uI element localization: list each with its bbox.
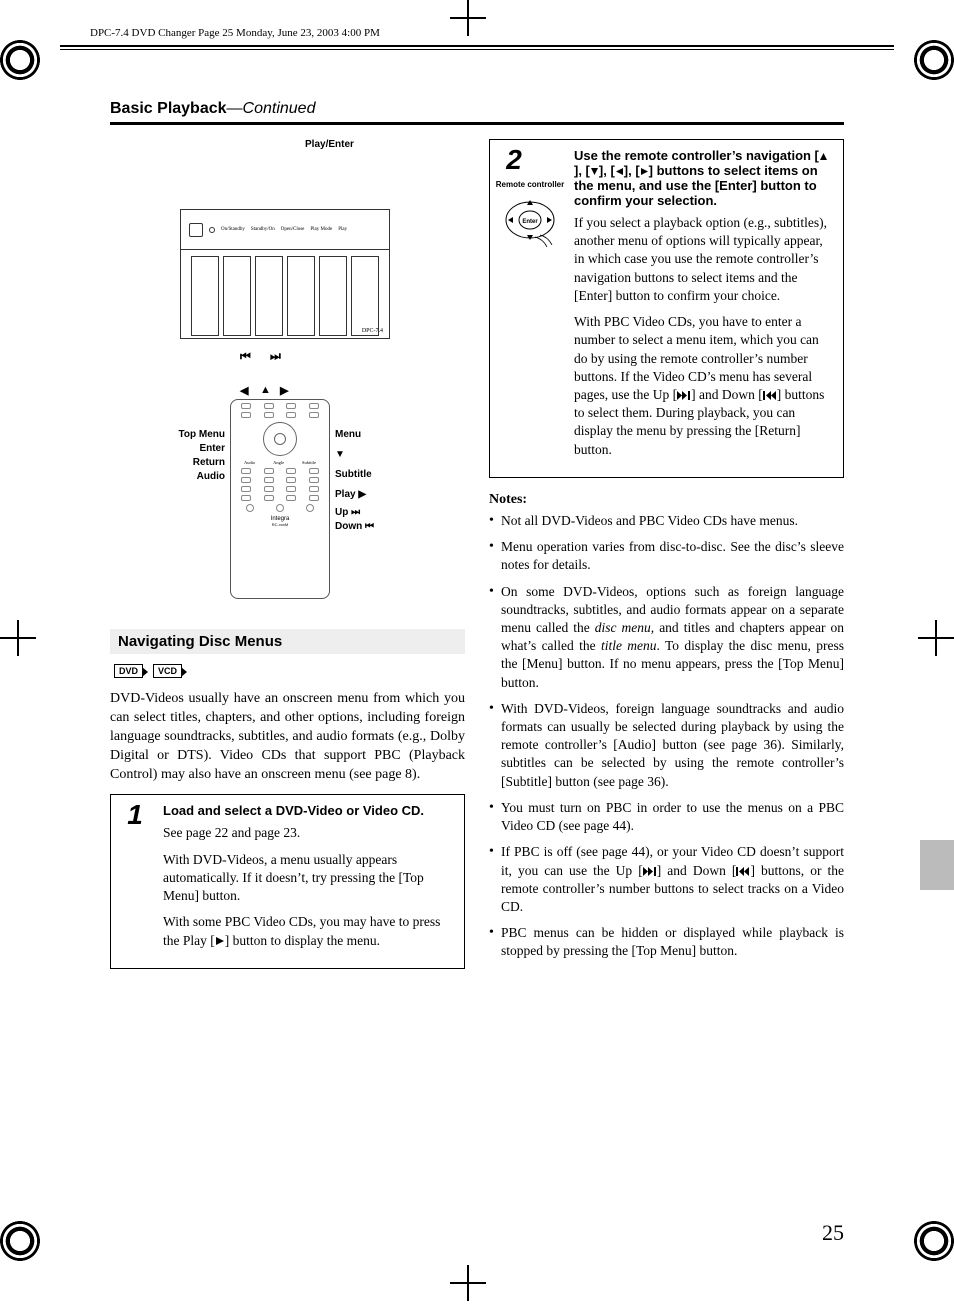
label-play-enter: Play/Enter (305, 139, 354, 150)
skip-next-icon (677, 391, 691, 400)
section-continued: —Continued (227, 100, 316, 117)
skip-prev-icon (763, 391, 777, 400)
header-rule (60, 45, 894, 50)
label-enter: Enter (170, 443, 225, 454)
label-up: Up ⏭ (335, 507, 360, 518)
enter-pad-icon: Enter (505, 195, 555, 245)
step-number: 1 (111, 795, 159, 967)
step1-p1: See page 22 and page 23. (163, 824, 454, 842)
notes-heading: Notes: (489, 492, 844, 508)
intro-paragraph: DVD-Videos usually have an onscreen menu… (110, 690, 465, 784)
unit-sketch: On/Standby Standby/On Open/Close Play Mo… (180, 209, 390, 339)
label-subtitle: Subtitle (335, 469, 372, 480)
crop-cross-icon (0, 620, 36, 661)
device-diagram: Play/Enter On/Standby Standby/On Open/Cl… (110, 139, 465, 609)
note-item: On some DVD-Videos, options such as fore… (489, 583, 844, 692)
note-item: PBC menus can be hidden or displayed whi… (489, 924, 844, 960)
nav-left-icon: ◀ (240, 384, 248, 397)
remote-controller-hint: Remote controller Enter (490, 176, 570, 249)
up-triangle-icon (819, 152, 828, 161)
note-item: You must turn on PBC in order to use the… (489, 799, 844, 835)
notes-list: Not all DVD-Videos and PBC Video CDs hav… (489, 512, 844, 961)
play-icon (215, 936, 225, 946)
label-down: Down ⏮ (335, 521, 374, 532)
badge-dvd: DVD (114, 664, 143, 678)
step1-lead: Load and select a DVD-Video or Video CD. (163, 803, 454, 818)
down-triangle-icon (590, 167, 599, 176)
left-triangle-icon (615, 167, 624, 176)
nav-down-icon: ▼ (335, 449, 345, 460)
step2-p2: With PBC Video CDs, you have to enter a … (574, 313, 833, 459)
step-1: 1 Load and select a DVD-Video or Video C… (110, 794, 465, 968)
note-item: Not all DVD-Videos and PBC Video CDs hav… (489, 512, 844, 530)
crop-cross-icon (450, 0, 486, 41)
crop-mark-icon (914, 1221, 954, 1266)
note-item: With DVD-Videos, foreign language soundt… (489, 700, 844, 791)
badge-vcd: VCD (153, 664, 182, 678)
note-item: If PBC is off (see page 44), or your Vid… (489, 843, 844, 916)
svg-text:Enter: Enter (522, 219, 538, 225)
skip-prev-icon: ⏮ (240, 349, 251, 364)
step2-lead: Use the remote controller’s navigation [… (574, 148, 833, 208)
right-triangle-icon (640, 167, 649, 176)
label-top-menu: Top Menu (170, 429, 225, 440)
step-number: 2 (490, 140, 538, 176)
nav-right-icon: ▶ (280, 384, 288, 397)
subheading-navigating: Navigating Disc Menus (110, 629, 465, 654)
crop-cross-icon (450, 1265, 486, 1306)
page-tab-mark (920, 840, 954, 890)
crop-mark-icon (0, 1221, 40, 1266)
crop-cross-icon (918, 620, 954, 661)
label-audio: Audio (170, 471, 225, 482)
label-return: Return (170, 457, 225, 468)
remote-sketch: AudioAngleSubtitle Integra RC-xxxM (230, 399, 330, 599)
note-item: Menu operation varies from disc-to-disc.… (489, 538, 844, 574)
section-title: Basic Playback (110, 100, 227, 117)
skip-next-icon: ⏭ (270, 349, 281, 364)
document-meta: DPC-7.4 DVD Changer Page 25 Monday, June… (90, 27, 380, 39)
step2-p1: If you select a playback option (e.g., s… (574, 214, 833, 305)
nav-up-icon: ▲ (260, 384, 271, 396)
step1-p2: With DVD-Videos, a menu usually appears … (163, 851, 454, 906)
skip-prev-icon (736, 867, 750, 876)
step-2: 2 Remote controller Enter (489, 139, 844, 478)
page-number: 25 (822, 1220, 844, 1246)
section-header: Basic Playback—Continued (110, 100, 844, 125)
crop-mark-icon (0, 40, 40, 85)
skip-next-icon (643, 867, 657, 876)
label-menu: Menu (335, 429, 361, 440)
label-play: Play ▶ (335, 489, 366, 500)
step1-p3: With some PBC Video CDs, you may have to… (163, 913, 454, 949)
crop-mark-icon (914, 40, 954, 85)
